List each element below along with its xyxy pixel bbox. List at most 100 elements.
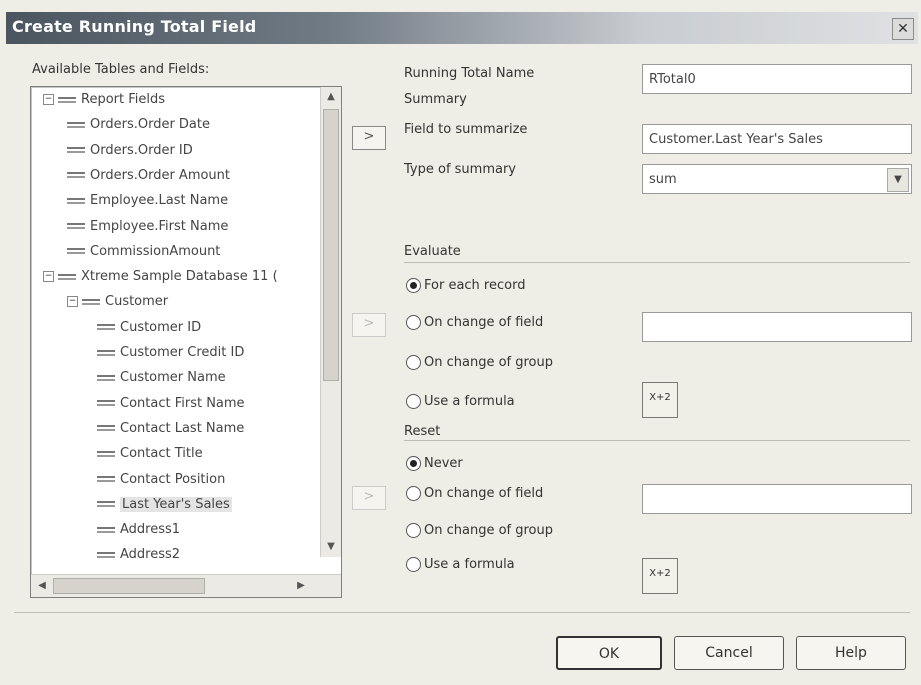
tree-item[interactable]: Orders.Order Amount	[67, 165, 230, 187]
radio-icon[interactable]	[406, 456, 421, 471]
type-of-summary-value: sum	[649, 172, 677, 187]
tree-item[interactable]: Contact First Name	[97, 393, 245, 415]
close-button[interactable]: ✕	[892, 18, 914, 40]
evaluate-radio-1[interactable]: On change of field	[406, 315, 543, 330]
tree-item-label: Last Year's Sales	[120, 496, 232, 512]
tree-item[interactable]: Customer Credit ID	[97, 342, 244, 364]
evaluate-option-label: On change of group	[424, 355, 553, 370]
field-to-summarize-input[interactable]: Customer.Last Year's Sales	[642, 124, 912, 154]
field-icon	[67, 222, 85, 230]
tree-horizontal-scrollbar[interactable]: ◀ ▶	[31, 574, 341, 597]
collapse-icon[interactable]: −	[43, 94, 54, 105]
add-summary-field-button[interactable]: >	[352, 126, 386, 150]
bottom-divider	[14, 612, 910, 613]
tree-item-label: Contact Position	[120, 471, 226, 487]
reset-radio-0[interactable]: Never	[406, 456, 463, 471]
field-icon	[97, 424, 115, 432]
evaluate-field-input[interactable]	[642, 312, 912, 342]
scroll-right-icon[interactable]: ▶	[293, 578, 309, 594]
evaluate-radio-3[interactable]: Use a formula	[406, 394, 515, 409]
evaluate-formula-button[interactable]: X+2	[642, 382, 678, 418]
field-icon	[97, 323, 115, 331]
vertical-scroll-thumb[interactable]	[323, 109, 339, 381]
tree-item[interactable]: Address2	[97, 544, 180, 566]
radio-icon[interactable]	[406, 355, 421, 370]
title-bar[interactable]: Create Running Total Field ✕	[6, 12, 918, 44]
tree-item[interactable]: − Customer	[67, 291, 168, 313]
radio-icon[interactable]	[406, 315, 421, 330]
tree-item[interactable]: − Xtreme Sample Database 11 (	[43, 266, 278, 288]
chevron-down-icon[interactable]: ▼	[887, 168, 909, 192]
report-fields-icon	[58, 96, 76, 104]
reset-option-label: Use a formula	[424, 557, 515, 572]
field-icon	[67, 146, 85, 154]
scroll-up-icon[interactable]: ▲	[323, 89, 339, 105]
evaluate-option-label: On change of field	[424, 315, 544, 330]
tree-item-label: Customer	[105, 294, 169, 310]
radio-icon[interactable]	[406, 486, 421, 501]
help-button[interactable]: Help	[796, 636, 906, 670]
evaluate-radio-0[interactable]: For each record	[406, 278, 525, 293]
evaluate-option-label: For each record	[424, 278, 526, 293]
tree-item[interactable]: Employee.Last Name	[67, 190, 228, 212]
cancel-button[interactable]: Cancel	[674, 636, 784, 670]
radio-icon[interactable]	[406, 394, 421, 409]
running-total-name-input[interactable]: RTotal0	[642, 64, 912, 94]
evaluate-label: Evaluate	[404, 244, 461, 259]
tree-item[interactable]: Employee.First Name	[67, 216, 228, 238]
tree-item[interactable]: Address1	[97, 519, 180, 541]
horizontal-scroll-thumb[interactable]	[53, 578, 205, 594]
radio-icon[interactable]	[406, 557, 421, 572]
type-of-summary-select[interactable]: sum ▼	[642, 164, 912, 194]
field-icon	[97, 551, 115, 559]
tree-item[interactable]: Customer ID	[97, 317, 201, 339]
reset-formula-button[interactable]: X+2	[642, 558, 678, 594]
tree-item-label: Address1	[120, 522, 181, 538]
radio-icon[interactable]	[406, 278, 421, 293]
type-of-summary-label: Type of summary	[404, 162, 516, 177]
reset-radio-2[interactable]: On change of group	[406, 523, 553, 538]
tree-item-label: Orders.Order Date	[90, 117, 210, 133]
running-total-name-label: Running Total Name	[404, 66, 535, 81]
field-icon	[67, 171, 85, 179]
add-reset-field-button[interactable]: >	[352, 486, 386, 510]
table-icon	[82, 298, 100, 306]
tree-item[interactable]: CommissionAmount	[67, 241, 220, 263]
add-evaluate-field-button[interactable]: >	[352, 313, 386, 337]
field-icon	[97, 475, 115, 483]
reset-option-label: Never	[424, 456, 463, 471]
evaluate-radio-2[interactable]: On change of group	[406, 355, 553, 370]
field-icon	[97, 450, 115, 458]
radio-icon[interactable]	[406, 523, 421, 538]
tree-item[interactable]: Contact Title	[97, 443, 203, 465]
tree-item[interactable]: Customer Name	[97, 367, 226, 389]
formula-field-icon	[67, 247, 85, 255]
tree-item-label: Customer ID	[120, 319, 202, 335]
database-icon	[58, 273, 76, 281]
ok-button[interactable]: OK	[556, 636, 662, 670]
available-fields-tree[interactable]: − Report Fields Orders.Order Date Orders.Or…	[30, 86, 342, 598]
tree-item[interactable]: − Report Fields	[43, 89, 165, 111]
collapse-icon[interactable]: −	[43, 271, 54, 283]
tree-item[interactable]: Orders.Order Date	[67, 114, 210, 136]
tree-item[interactable]: Contact Position	[97, 469, 225, 491]
reset-radio-3[interactable]: Use a formula	[406, 557, 515, 572]
reset-radio-1[interactable]: On change of field	[406, 486, 543, 501]
tree-item[interactable]: Orders.Order ID	[67, 140, 193, 162]
collapse-icon[interactable]: −	[67, 296, 78, 308]
field-icon	[97, 500, 115, 508]
tree-item-label: Customer Name	[120, 370, 226, 386]
scroll-left-icon[interactable]: ◀	[34, 578, 50, 594]
tree-item[interactable]: Contact Last Name	[97, 418, 244, 440]
reset-divider	[404, 440, 910, 441]
scroll-down-icon[interactable]: ▼	[323, 539, 339, 555]
reset-field-input[interactable]	[642, 484, 912, 514]
field-icon	[97, 526, 115, 534]
tree-vertical-scrollbar[interactable]: ▲ ▼	[320, 87, 341, 557]
tree-item-label: Contact First Name	[120, 395, 245, 411]
tree-item[interactable]: Last Year's Sales	[97, 494, 232, 516]
available-fields-label: Available Tables and Fields:	[32, 62, 210, 77]
tree-item-label: Employee.Last Name	[90, 193, 229, 209]
window-title: Create Running Total Field	[12, 17, 257, 36]
evaluate-option-label: Use a formula	[424, 394, 515, 409]
